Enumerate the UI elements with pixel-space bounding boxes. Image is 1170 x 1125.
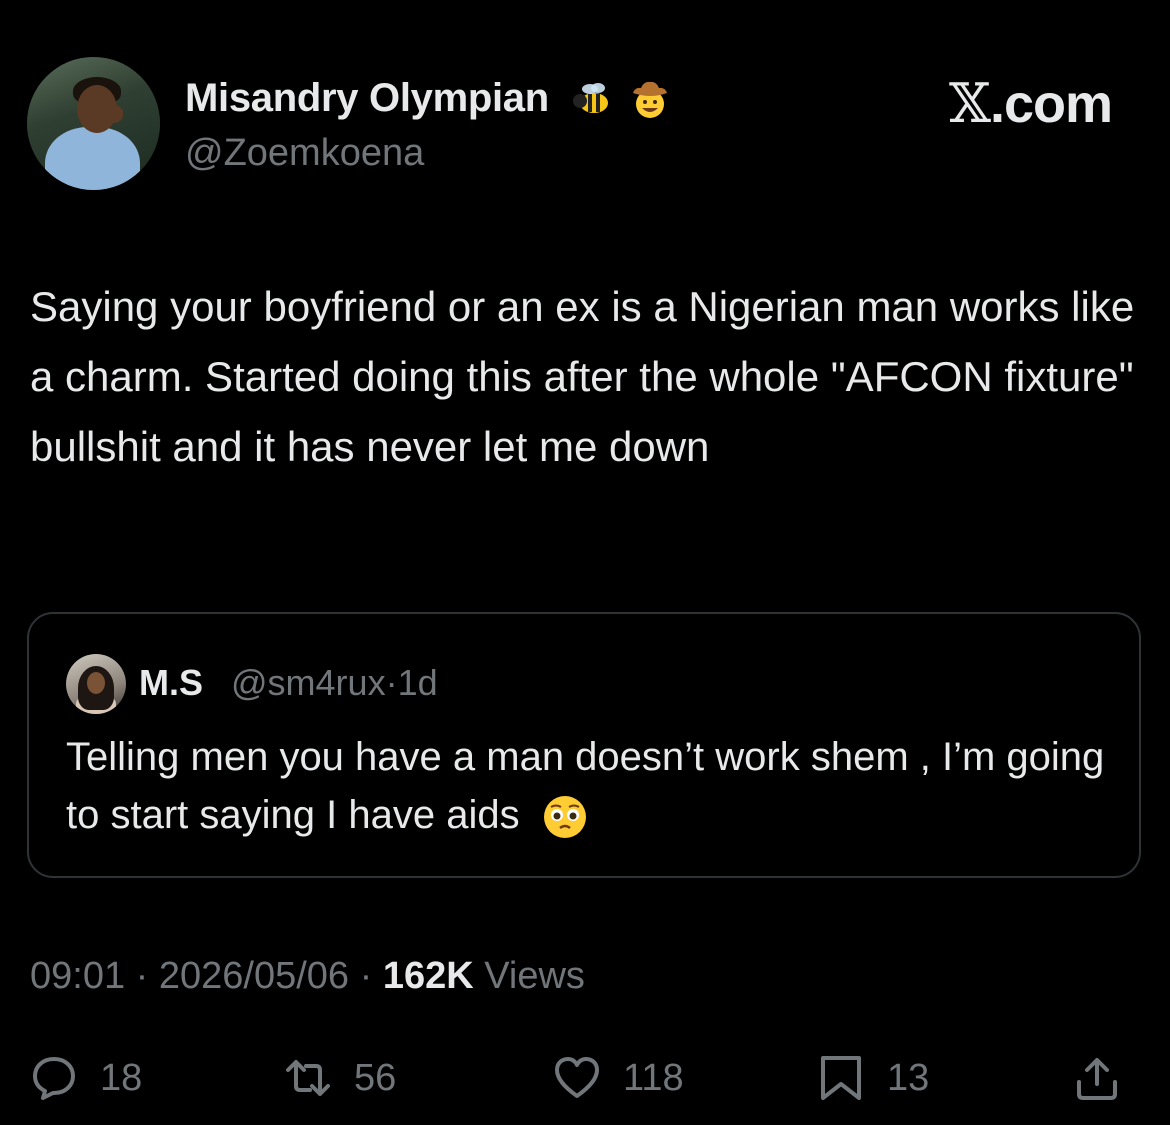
repost-count: 56	[354, 1056, 397, 1099]
views-label: Views	[484, 955, 585, 997]
bookmark-icon	[821, 1056, 861, 1100]
quoted-author-handle[interactable]: @sm4rux	[231, 662, 386, 703]
author-display-name[interactable]: Misandry Olympian	[185, 76, 549, 120]
quoted-separator: ·	[385, 662, 398, 703]
meta-separator: ·	[135, 955, 149, 997]
quoted-age: 1d	[397, 662, 438, 703]
quoted-author-name[interactable]: M.S	[139, 662, 203, 704]
reply-button[interactable]: 18	[30, 1050, 142, 1106]
quoted-author-meta: @sm4rux·1d	[231, 662, 438, 704]
x-com-brand: 𝕏.com	[949, 72, 1113, 135]
like-count: 118	[623, 1056, 684, 1099]
quoted-author-avatar[interactable]	[66, 654, 126, 714]
share-icon	[1077, 1058, 1117, 1100]
cowboy-face-icon	[632, 82, 667, 119]
quoted-tweet-text: Telling men you have a man doesn’t work …	[66, 728, 1116, 844]
author-avatar[interactable]	[27, 57, 160, 190]
share-button[interactable]	[1073, 1050, 1143, 1106]
tweet-meta: 09:01 · 2026/05/06 · 162K Views	[30, 955, 585, 998]
x-logo-icon: 𝕏	[949, 72, 991, 135]
meta-separator: ·	[359, 955, 373, 997]
tweet-time[interactable]: 09:01	[30, 955, 125, 997]
repost-icon	[286, 1060, 330, 1096]
author-handle[interactable]: @Zoemkoena	[185, 132, 424, 175]
bookmark-button[interactable]: 13	[817, 1050, 929, 1106]
brand-suffix: .com	[989, 74, 1113, 134]
reply-icon	[33, 1057, 75, 1100]
views-count: 162K	[382, 955, 474, 997]
tweet-text: Saying your boyfriend or an ex is a Nige…	[30, 283, 1135, 470]
bookmark-count: 13	[887, 1056, 930, 1099]
author-name-row[interactable]: Misandry Olympian	[185, 76, 671, 121]
pleading-face-icon	[543, 796, 586, 839]
bee-emoji-icon	[572, 83, 608, 114]
like-button[interactable]: 118	[553, 1050, 684, 1106]
tweet-date[interactable]: 2026/05/06	[159, 955, 349, 997]
heart-icon	[555, 1057, 599, 1098]
repost-button[interactable]: 56	[284, 1050, 396, 1106]
reply-count: 18	[100, 1056, 143, 1099]
